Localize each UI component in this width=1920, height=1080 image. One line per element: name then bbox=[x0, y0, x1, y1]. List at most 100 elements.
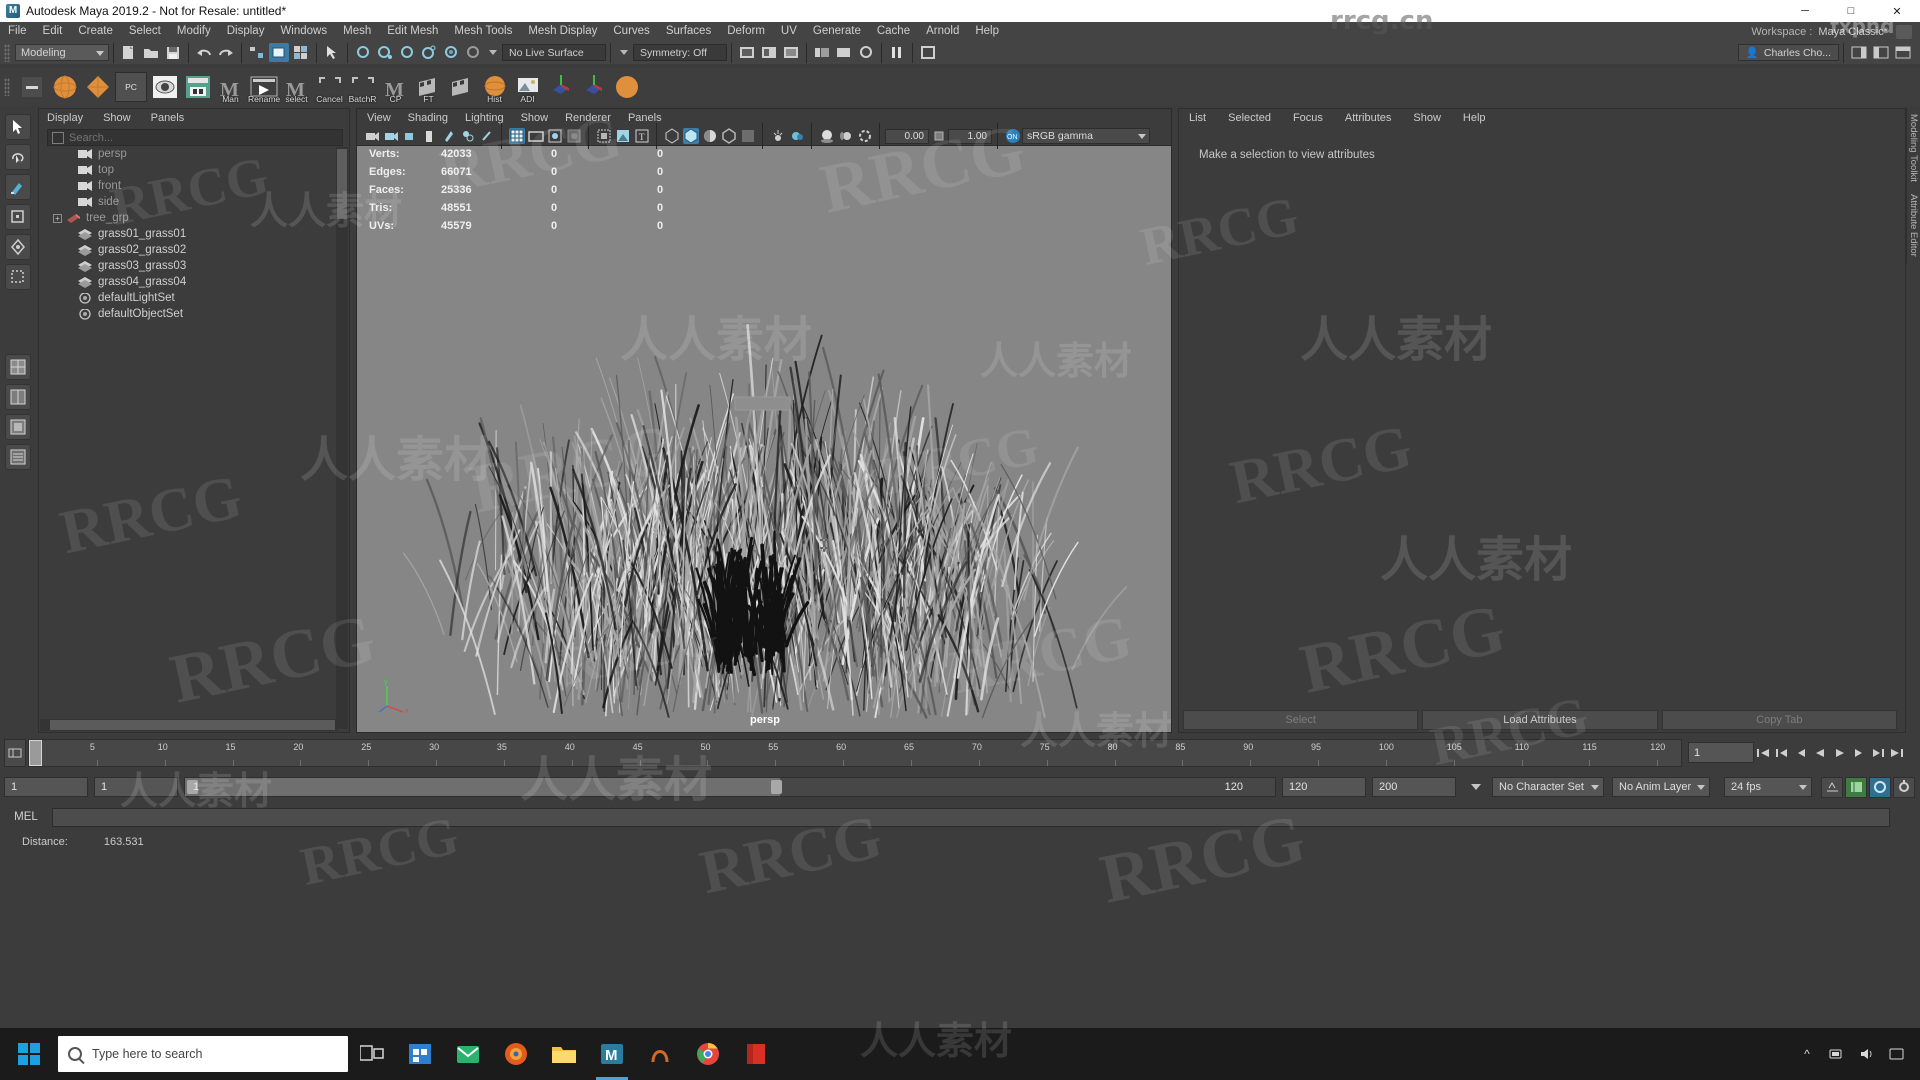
menu-generate[interactable]: Generate bbox=[805, 22, 869, 41]
time-slider-track[interactable]: 5 10 15 20 25 30 35 40 45 50 55 60 65 70 75 80 85 90 95 100… bbox=[28, 738, 1682, 767]
outliner-search-input[interactable] bbox=[69, 131, 319, 144]
menu-mesh[interactable]: Mesh bbox=[335, 22, 379, 41]
statusline-grip[interactable] bbox=[4, 43, 10, 62]
outliner-item-defaultLightSet[interactable]: defaultLightSet bbox=[39, 290, 349, 306]
open-scene-icon[interactable] bbox=[141, 43, 161, 62]
shelf-item-eye[interactable] bbox=[149, 71, 180, 103]
menu-surfaces[interactable]: Surfaces bbox=[658, 22, 719, 41]
film-gate-icon[interactable] bbox=[527, 128, 544, 144]
load-attributes-button[interactable]: Load Attributes bbox=[1422, 710, 1658, 730]
ipr-render-icon[interactable] bbox=[759, 43, 779, 62]
range-start-field[interactable]: 1 bbox=[94, 777, 178, 797]
lasso-select-tool[interactable] bbox=[5, 144, 31, 170]
snap-to-view-plane-icon[interactable] bbox=[441, 43, 461, 62]
shelf-item-sphere3[interactable] bbox=[611, 71, 642, 103]
outliner-item-tree_grp[interactable]: + tree_grp bbox=[39, 210, 349, 226]
menu-help[interactable]: Help bbox=[967, 22, 1007, 41]
select-by-hierarchy-icon[interactable] bbox=[247, 43, 267, 62]
anti-alias-icon[interactable] bbox=[857, 128, 873, 144]
xray-icon[interactable] bbox=[664, 128, 680, 144]
exposure-field[interactable]: 0.00 bbox=[885, 128, 929, 144]
outliner-menu-show[interactable]: Show bbox=[103, 112, 131, 124]
shadow-light-icon[interactable] bbox=[789, 128, 805, 144]
snap-to-grid-icon[interactable] bbox=[353, 43, 373, 62]
viewport-menu-view[interactable]: View bbox=[367, 112, 391, 124]
menu-mesh-display[interactable]: Mesh Display bbox=[520, 22, 605, 41]
select-camera-icon[interactable] bbox=[365, 128, 381, 144]
motion-blur-icon[interactable] bbox=[838, 128, 854, 144]
scale-tool[interactable] bbox=[5, 264, 31, 290]
xray-joints-icon[interactable] bbox=[682, 128, 699, 144]
toggle-tool-settings-icon[interactable] bbox=[1871, 43, 1891, 62]
ae-menu-show[interactable]: Show bbox=[1413, 112, 1441, 124]
image-plane-icon[interactable] bbox=[422, 128, 438, 144]
network-icon[interactable] bbox=[1822, 1028, 1852, 1080]
range-bar[interactable]: 1 120 bbox=[184, 777, 1276, 797]
shelf-item-cancel[interactable]: Cancel bbox=[314, 71, 345, 103]
undo-icon[interactable] bbox=[194, 43, 214, 62]
chevron-down-icon[interactable] bbox=[620, 50, 628, 55]
symmetry-field[interactable]: Symmetry: Off bbox=[633, 44, 727, 61]
paint-select-tool[interactable] bbox=[5, 174, 31, 200]
menu-deform[interactable]: Deform bbox=[719, 22, 773, 41]
step-forward-frame-icon[interactable] bbox=[1850, 742, 1867, 764]
toggle-history-icon[interactable] bbox=[856, 43, 876, 62]
mail-icon[interactable] bbox=[444, 1028, 492, 1080]
shelf-item-cp[interactable]: M CP bbox=[380, 71, 411, 103]
tab-attribute-editor[interactable]: Attribute Editor bbox=[1906, 187, 1920, 263]
viewport-menu-shading[interactable]: Shading bbox=[408, 112, 448, 124]
bookmark-camera-icon[interactable] bbox=[403, 128, 419, 144]
pause-playback-icon[interactable] bbox=[887, 43, 907, 62]
viewport-menu-show[interactable]: Show bbox=[521, 112, 549, 124]
chevron-down-icon[interactable] bbox=[489, 50, 497, 55]
scrollbar-thumb[interactable] bbox=[337, 149, 347, 219]
new-scene-icon[interactable] bbox=[119, 43, 139, 62]
viewport-menu-lighting[interactable]: Lighting bbox=[465, 112, 504, 124]
outliner-item-top[interactable]: top bbox=[39, 162, 349, 178]
four-view-layout[interactable] bbox=[5, 354, 31, 380]
show-hidden-icon[interactable]: ^ bbox=[1792, 1028, 1822, 1080]
menu-uv[interactable]: UV bbox=[773, 22, 805, 41]
workspace-menu-icon[interactable] bbox=[1896, 24, 1912, 39]
expand-toggle-icon[interactable]: + bbox=[53, 213, 62, 223]
outliner-item-grass04_grass04[interactable]: grass04_grass04 bbox=[39, 274, 349, 290]
store-icon[interactable] bbox=[396, 1028, 444, 1080]
shelf-item-pc[interactable]: PC bbox=[115, 72, 147, 102]
menu-modify[interactable]: Modify bbox=[169, 22, 219, 41]
close-button[interactable]: ✕ bbox=[1874, 0, 1920, 22]
make-live-icon[interactable] bbox=[463, 43, 483, 62]
render-settings-icon[interactable] bbox=[781, 43, 801, 62]
menu-windows[interactable]: Windows bbox=[272, 22, 335, 41]
anim-start-field[interactable]: 1 bbox=[4, 777, 88, 797]
shelf-item-window[interactable] bbox=[182, 71, 213, 103]
menu-cache[interactable]: Cache bbox=[869, 22, 918, 41]
playblast-icon[interactable] bbox=[834, 43, 854, 62]
xray-active-components-icon[interactable] bbox=[702, 128, 718, 144]
smooth-shade-all-icon[interactable] bbox=[566, 128, 582, 144]
snap-to-curve-icon[interactable] bbox=[375, 43, 395, 62]
ae-menu-help[interactable]: Help bbox=[1463, 112, 1486, 124]
outliner-item-grass03_grass03[interactable]: grass03_grass03 bbox=[39, 258, 349, 274]
character-set-dropdown[interactable]: No Character Set bbox=[1492, 777, 1604, 797]
outliner-item-grass02_grass02[interactable]: grass02_grass02 bbox=[39, 242, 349, 258]
menu-edit[interactable]: Edit bbox=[35, 22, 71, 41]
outliner-item-front[interactable]: front bbox=[39, 178, 349, 194]
play-backwards-icon[interactable] bbox=[1812, 742, 1829, 764]
menu-mesh-tools[interactable]: Mesh Tools bbox=[446, 22, 520, 41]
mel-input[interactable] bbox=[52, 807, 1890, 827]
render-current-frame-icon[interactable] bbox=[737, 43, 757, 62]
outliner-search[interactable] bbox=[47, 129, 343, 146]
step-forward-key-icon[interactable] bbox=[1869, 742, 1886, 764]
ae-menu-attributes[interactable]: Attributes bbox=[1345, 112, 1391, 124]
firefox-icon[interactable] bbox=[492, 1028, 540, 1080]
use-all-lights-icon[interactable] bbox=[615, 128, 631, 144]
menu-edit-mesh[interactable]: Edit Mesh bbox=[379, 22, 446, 41]
gamma-field[interactable]: 1.00 bbox=[948, 128, 992, 144]
shelf-item-batchr[interactable]: BatchR bbox=[347, 71, 378, 103]
time-range-button[interactable] bbox=[4, 738, 26, 767]
maximize-button[interactable]: □ bbox=[1828, 0, 1874, 22]
toggle-channel-box-icon[interactable] bbox=[1893, 43, 1913, 62]
outliner-vertical-scrollbar[interactable] bbox=[336, 147, 348, 729]
two-sided-lighting-icon[interactable] bbox=[441, 128, 457, 144]
menu-select[interactable]: Select bbox=[121, 22, 169, 41]
